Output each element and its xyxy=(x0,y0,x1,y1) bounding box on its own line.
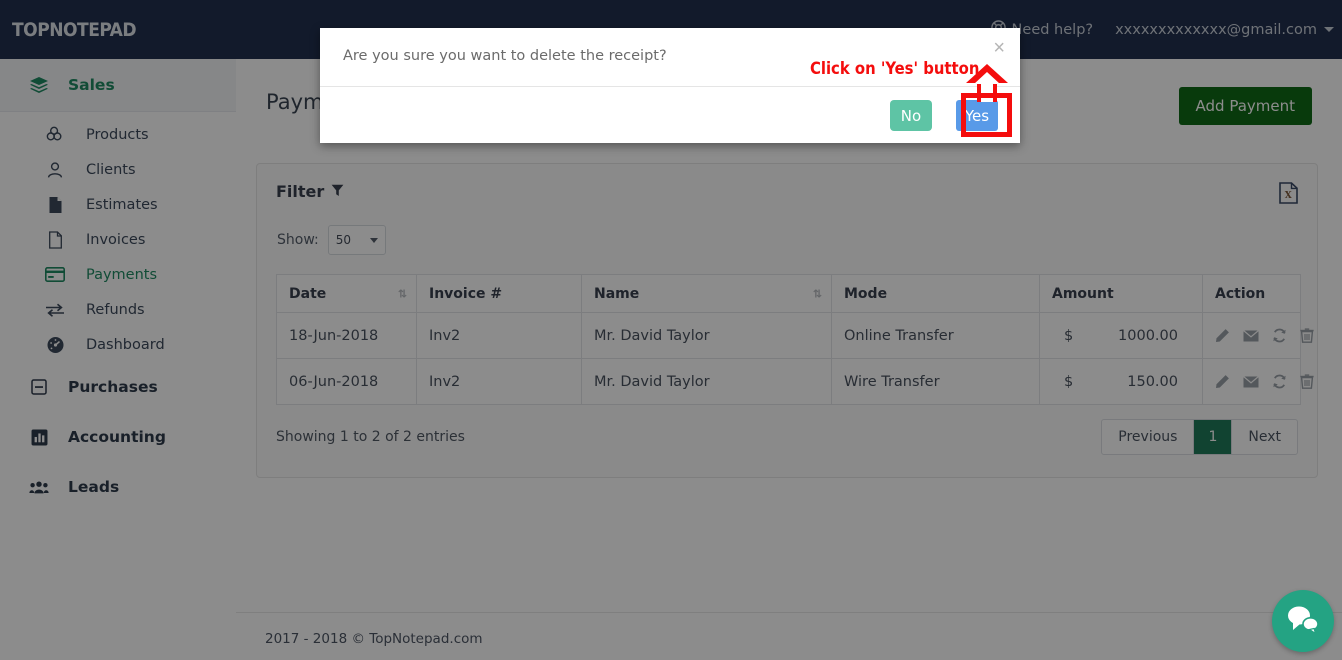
delete-confirm-modal: Are you sure you want to delete the rece… xyxy=(320,28,1020,143)
yes-button[interactable]: Yes xyxy=(956,100,998,131)
modal-header: Are you sure you want to delete the rece… xyxy=(320,28,1020,87)
chat-widget-button[interactable] xyxy=(1272,590,1334,652)
modal-message: Are you sure you want to delete the rece… xyxy=(343,48,667,64)
modal-footer: No Yes xyxy=(320,87,1020,143)
no-button[interactable]: No xyxy=(890,100,932,131)
close-icon[interactable]: × xyxy=(993,38,1005,58)
annotation-text: Click on 'Yes' button xyxy=(810,59,980,78)
chat-bubbles-icon xyxy=(1286,604,1320,638)
